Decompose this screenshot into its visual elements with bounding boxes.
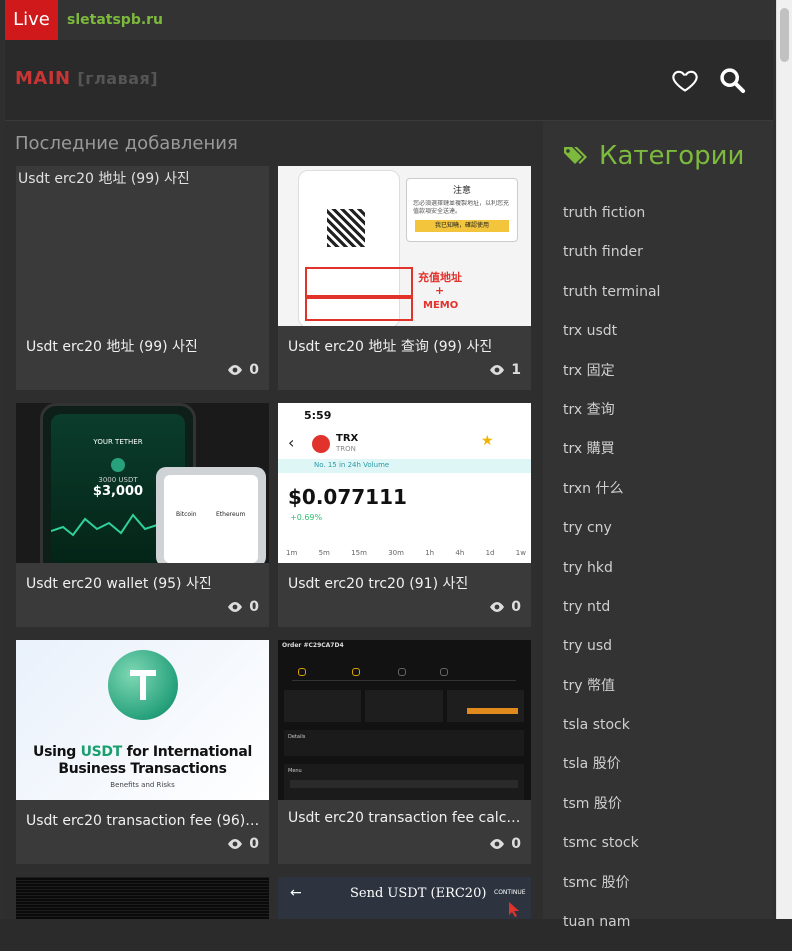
category-link[interactable]: try hkd (563, 558, 660, 597)
favorites-heart-icon[interactable] (671, 66, 699, 94)
back-arrow-icon: ← (290, 885, 302, 901)
top-bar: Live sletatspb.ru (5, 0, 775, 40)
cursor-arrow-icon (509, 902, 519, 917)
live-badge[interactable]: Live (5, 0, 58, 40)
section-title: Последние добавления (15, 133, 238, 154)
category-link[interactable]: truth fiction (563, 203, 660, 242)
tether-coin-icon (108, 650, 178, 720)
notice-dialog: 注意 您必須選擇鏈並複製地址，以利您充值款項安全送達。 我已知曉，確認使用 (406, 178, 518, 242)
eye-icon (490, 839, 505, 849)
eye-icon (228, 602, 243, 612)
category-link[interactable]: tuan nam (563, 912, 660, 951)
star-icon: ★ (481, 433, 494, 449)
logo-sub: [главая] (77, 69, 159, 88)
post-card[interactable]: Order #C29CA7D4 Details Menu Usdt erc20 … (278, 640, 531, 864)
post-thumbnail[interactable]: 注意 您必須選擇鏈並複製地址，以利您充值款項安全送達。 我已知曉，確認使用 充值… (278, 166, 531, 326)
post-card[interactable] (16, 877, 269, 919)
post-title[interactable]: Usdt erc20 wallet (95) 사진 (26, 573, 262, 593)
search-icon[interactable] (718, 66, 746, 94)
post-card[interactable]: 注意 您必須選擇鏈並複製地址，以利您充值款項安全送達。 我已知曉，確認使用 充值… (278, 166, 531, 390)
back-chevron-icon: ‹ (288, 433, 295, 452)
order-steps (292, 666, 516, 681)
category-link[interactable]: trx 購買 (563, 439, 660, 478)
category-link[interactable]: truth finder (563, 242, 660, 281)
page: Live sletatspb.ru MAIN [главая] Последни… (0, 0, 776, 930)
sidebar-categories: Категории truth fiction truth finder tru… (543, 121, 773, 930)
category-link[interactable]: trx 固定 (563, 361, 660, 400)
post-card[interactable]: 5:59 ‹ TRX TRON ★ No. 15 in 24h Volume $… (278, 403, 531, 627)
sidebar-title: Категории (563, 141, 744, 171)
view-count: 0 (489, 836, 521, 852)
hardware-wallet: Bitcoin Ethereum (156, 467, 266, 563)
category-list: truth fiction truth finder truth termina… (563, 203, 660, 951)
category-link[interactable]: tsm 股价 (563, 794, 660, 833)
post-thumbnail[interactable]: Using USDT for International Business Tr… (16, 640, 269, 800)
post-title[interactable]: Usdt erc20 地址 (99) 사진 (26, 336, 262, 356)
post-thumbnail[interactable]: ← Send USDT (ERC20) CONTINUE (278, 877, 531, 919)
broken-image-alt: Usdt erc20 地址 (99) 사진 (18, 171, 190, 187)
category-link[interactable]: truth terminal (563, 282, 660, 321)
latest-additions: Последние добавления Usdt erc20 地址 (99) … (5, 121, 543, 919)
category-link[interactable]: tsmc stock (563, 833, 660, 872)
phone-mock (298, 170, 413, 326)
post-title[interactable]: Usdt erc20 transaction fee (96) 사진 (26, 810, 262, 830)
category-link[interactable]: try usd (563, 636, 660, 675)
category-link[interactable]: try cny (563, 518, 660, 557)
category-link[interactable]: try 幣值 (563, 676, 660, 715)
category-link[interactable]: trxn 什么 (563, 479, 660, 518)
eye-icon (490, 365, 505, 375)
category-link[interactable]: try ntd (563, 597, 660, 636)
logo-main: MAIN (15, 68, 71, 89)
time-range-selector[interactable]: 1m 5m 15m 30m 1h 4h 1d 1w (286, 549, 526, 557)
post-thumbnail[interactable]: 5:59 ‹ TRX TRON ★ No. 15 in 24h Volume $… (278, 403, 531, 563)
view-count: 0 (227, 599, 259, 615)
eye-icon (228, 839, 243, 849)
post-card[interactable]: Usdt erc20 地址 (99) 사진 Usdt erc20 地址 (99)… (16, 166, 269, 390)
category-link[interactable]: trx usdt (563, 321, 660, 360)
category-link[interactable]: trx 查询 (563, 400, 660, 439)
eye-icon (228, 365, 243, 375)
view-count: 0 (489, 599, 521, 615)
post-card[interactable]: YOUR TETHER 3000 USDT $3,000 Bitcoin Eth… (16, 403, 269, 627)
page-scrollbar[interactable] (776, 0, 792, 919)
site-link[interactable]: sletatspb.ru (67, 0, 163, 40)
post-thumbnail[interactable]: Order #C29CA7D4 Details Menu (278, 640, 531, 800)
site-logo[interactable]: MAIN [главая] (15, 68, 158, 89)
post-card[interactable]: Using USDT for International Business Tr… (16, 640, 269, 864)
category-link[interactable]: tsla stock (563, 715, 660, 754)
post-thumbnail-broken[interactable]: Usdt erc20 地址 (99) 사진 (16, 166, 269, 326)
category-link[interactable]: tsmc 股价 (563, 873, 660, 912)
tron-logo-icon (312, 435, 330, 453)
post-title[interactable]: Usdt erc20 trc20 (91) 사진 (288, 573, 524, 593)
qr-code-icon (327, 209, 365, 247)
post-thumbnail[interactable] (16, 877, 269, 919)
view-count: 1 (489, 362, 521, 378)
eye-icon (490, 602, 505, 612)
view-count: 0 (227, 362, 259, 378)
site-header: MAIN [главая] (5, 40, 773, 121)
post-title[interactable]: Usdt erc20 地址 查询 (99) 사진 (288, 336, 524, 356)
view-count: 0 (227, 836, 259, 852)
tags-icon (564, 147, 587, 164)
post-title[interactable]: Usdt erc20 transaction fee calculator (9 (288, 810, 524, 826)
post-card[interactable]: ← Send USDT (ERC20) CONTINUE (278, 877, 531, 919)
category-link[interactable]: tsla 股价 (563, 754, 660, 793)
tether-icon (111, 458, 125, 472)
post-thumbnail[interactable]: YOUR TETHER 3000 USDT $3,000 Bitcoin Eth… (16, 403, 269, 563)
scrollbar-thumb[interactable] (780, 8, 789, 62)
